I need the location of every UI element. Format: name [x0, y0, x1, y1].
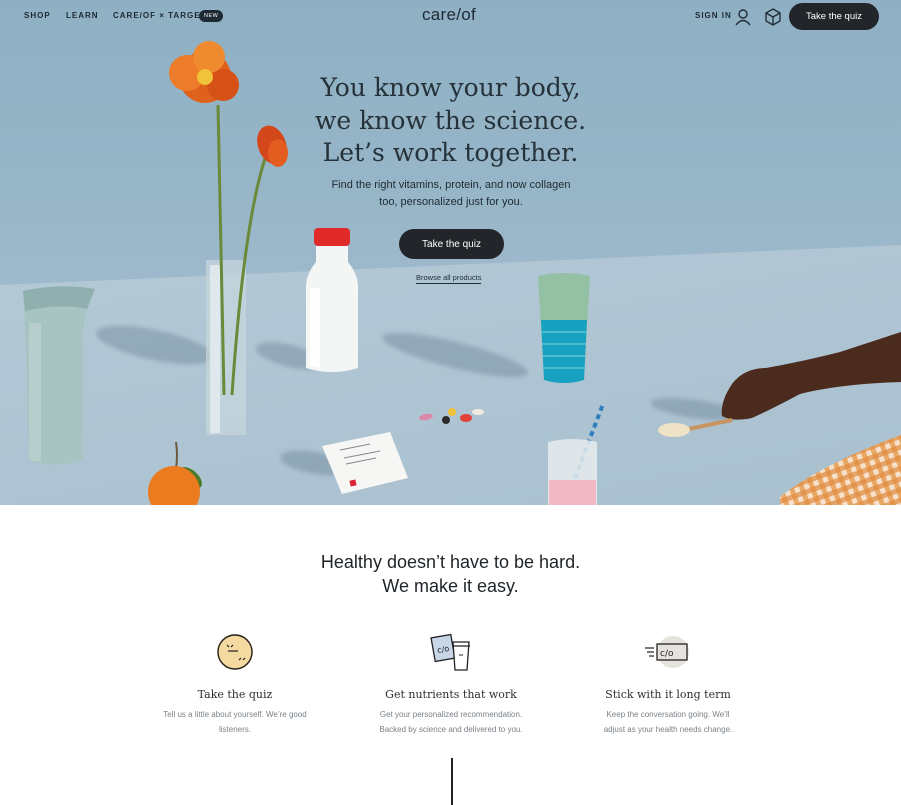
step-text: Get your personalized recommendation. Ba… — [351, 707, 551, 737]
cart-box-icon[interactable] — [764, 8, 782, 26]
new-badge: NEW — [199, 10, 224, 22]
hero-headline-line: Let’s work together. — [322, 138, 579, 167]
step-get-nutrients: c/o Get nutrients that work Get your per… — [351, 630, 551, 737]
glass-image — [538, 273, 590, 383]
section-title-line: Healthy doesn’t have to be hard. — [320, 552, 581, 572]
browse-products-link[interactable]: Browse all products — [416, 273, 482, 284]
step-text: Keep the conversation going. We’ll adjus… — [568, 707, 768, 737]
step-title: Take the quiz — [197, 688, 273, 701]
milk-bottle-image — [306, 228, 358, 372]
smoothie-glass-image — [548, 403, 605, 505]
hand-with-scoop-image — [658, 332, 901, 437]
vitamin-packet-image — [322, 432, 408, 494]
step-text-line: adjust as your health needs change. — [603, 725, 733, 734]
step-stick-with-it: c/o Stick with it long term Keep the con… — [568, 630, 768, 737]
step-title: Get nutrients that work — [385, 688, 517, 701]
hero-subhead-line: Find the right vitamins, protein, and no… — [331, 179, 571, 191]
gingham-cloth-image — [780, 435, 901, 505]
hero-headline-line: we know the science. — [314, 105, 587, 135]
packet-and-cup-icon: c/o — [430, 633, 470, 671]
sign-in-link[interactable]: SIGN IN — [695, 11, 732, 20]
nav-learn-link[interactable]: LEARN — [66, 11, 99, 20]
nav-take-quiz-button[interactable]: Take the quiz — [789, 3, 879, 30]
pitcher-image — [23, 286, 95, 465]
nav-shop-link[interactable]: SHOP — [24, 11, 51, 20]
vitamins-image — [419, 408, 484, 424]
step-text: Tell us a little about yourself. We’re g… — [135, 707, 335, 737]
hero-section: SHOP LEARN CARE/OF × TARGET NEW care/of … — [0, 0, 901, 505]
quiz-face-icon — [217, 634, 253, 670]
scroll-indicator-line — [451, 758, 453, 805]
step-text-line: Keep the conversation going. We’ll — [606, 710, 730, 719]
orange-image — [148, 441, 202, 505]
moving-box-icon: c/o — [645, 636, 689, 668]
step-text-line: Backed by science and delivered to you. — [379, 725, 523, 734]
hero-take-quiz-button[interactable]: Take the quiz — [399, 229, 504, 259]
hero-headline-line: You know your body, — [320, 73, 581, 102]
step-title: Stick with it long term — [605, 688, 731, 701]
step-take-quiz: Take the quiz Tell us a little about you… — [135, 630, 335, 737]
svg-text:c/o: c/o — [660, 649, 674, 659]
account-icon[interactable] — [734, 8, 752, 26]
step-text-line: listeners. — [218, 725, 251, 734]
section-title-line: We make it easy. — [382, 576, 519, 596]
top-nav: SHOP LEARN CARE/OF × TARGET NEW care/of … — [0, 0, 901, 34]
hero-headline: You know your body, we know the science.… — [250, 72, 651, 170]
careof-logo[interactable]: care/of — [422, 5, 476, 25]
nav-target-link[interactable]: CARE/OF × TARGET — [113, 11, 206, 20]
step-text-line: Get your personalized recommendation. — [379, 710, 523, 719]
hero-subhead: Find the right vitamins, protein, and no… — [301, 177, 601, 211]
section-title: Healthy doesn’t have to be hard. We make… — [250, 550, 651, 598]
hero-subhead-line: too, personalized just for you. — [379, 196, 523, 208]
step-text-line: Tell us a little about yourself. We’re g… — [163, 710, 307, 719]
